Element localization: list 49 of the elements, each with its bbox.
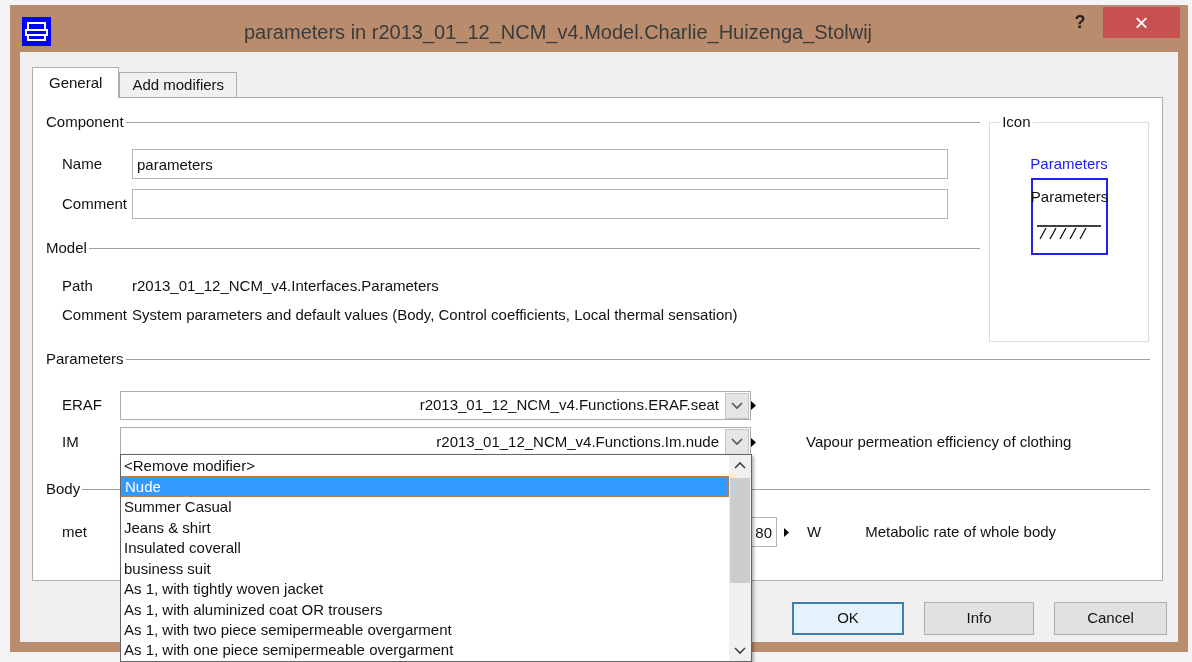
dropdown-option[interactable]: business suit [121,558,729,579]
triangle-icon[interactable] [784,527,789,537]
dialog-button[interactable]: OK [792,602,904,635]
field-label: met [61,521,88,542]
field-label: Path [61,275,94,296]
combo-box[interactable]: r2013_01_12_NCM_v4.Functions.Im.nude [120,427,751,457]
field-label: Name [61,153,103,174]
field-value: System parameters and default values (Body, Control coefficients, Local thermal sensation) [132,304,738,325]
scroll-up-icon[interactable] [734,461,746,469]
text-field[interactable] [132,189,948,219]
dropdown-option[interactable]: Jeans & shirt [121,517,729,539]
text-field[interactable]: parameters [132,149,948,179]
field-value: r2013_01_12_NCM_v4.Interfaces.Parameters [132,275,439,296]
ground-hatch-icon [1036,223,1103,240]
dropdown-option[interactable]: As 1, with two piece semipermeable overgarment [121,620,729,641]
chevron-down-icon[interactable] [731,438,743,446]
dropdown-option[interactable]: As 1, with tightly woven jacket [121,579,729,600]
scroll-down-icon[interactable] [734,647,746,655]
dropdown-option[interactable]: As 1, with aluminized coat OR trousers [121,599,729,620]
field-label: Comment [61,193,129,214]
dialog-button[interactable]: Cancel [1054,602,1167,635]
triangle-icon[interactable] [751,401,756,410]
group-label: Parameters [46,348,124,369]
unit-label: W [807,521,822,542]
dropdown-option[interactable]: Insulated coverall [121,538,729,559]
window-app-icon [22,17,51,46]
chevron-down-icon[interactable] [731,401,743,410]
window-title: parameters in r2013_01_12_NCM_v4.Model.Charlie_Huizenga_Stolwij [243,20,873,46]
icon-caption: Parameters [1030,154,1108,174]
field-label: IM [61,431,80,452]
combo-box[interactable]: r2013_01_12_NCM_v4.Functions.ERAF.seat [120,391,751,420]
triangle-icon[interactable] [751,437,756,447]
help-button[interactable]: ? [1065,9,1095,35]
field-label: ERAF [61,395,103,416]
scrollbar-thumb[interactable] [730,478,750,583]
dialog-button[interactable]: Info [924,602,1034,635]
scrollbar[interactable] [729,455,751,661]
field-label: Comment [61,304,129,325]
dropdown-option[interactable]: Summer Casual [121,497,729,518]
tab[interactable]: General [32,67,120,98]
dropdown-option[interactable]: As 1, with one piece semipermeable overgarment [121,640,729,661]
close-button[interactable]: × [1103,7,1180,38]
group-label: Body [46,478,81,499]
group-label: Model [46,237,87,258]
tab[interactable]: Add modifiers [119,72,238,97]
parameter-description: Metabolic rate of whole body [865,521,1057,542]
parameter-description: Vapour permeation efficiency of clothing [806,431,1072,452]
dropdown-option[interactable]: <Remove modifier> [121,456,729,477]
group-label: Component [46,111,124,132]
